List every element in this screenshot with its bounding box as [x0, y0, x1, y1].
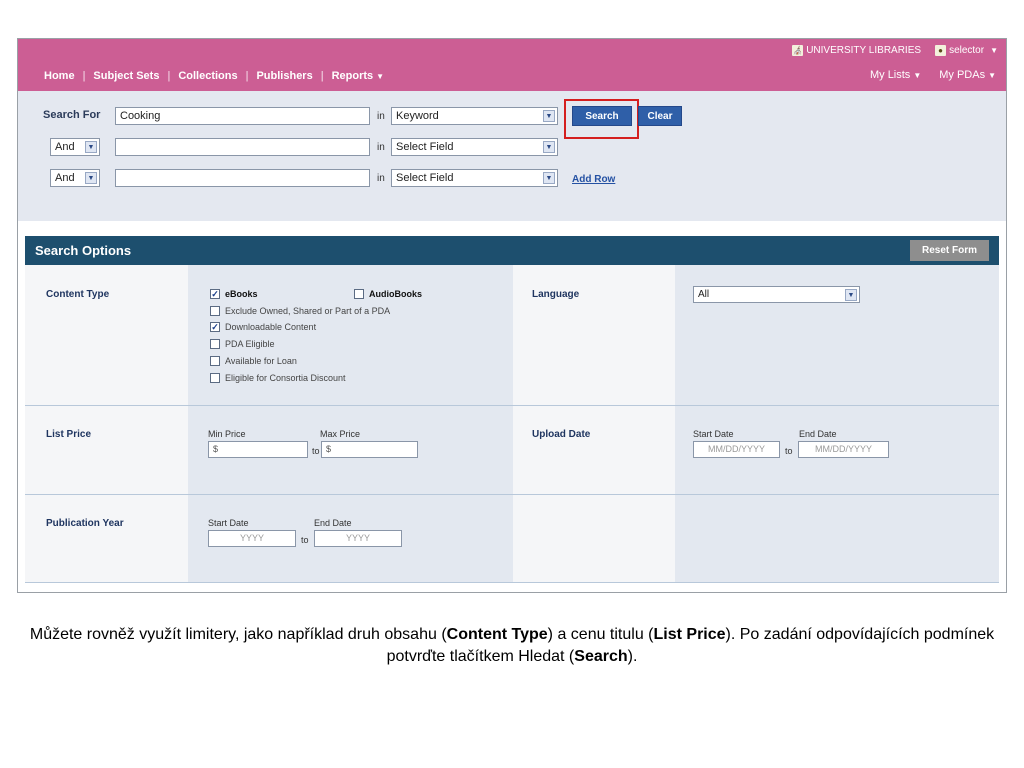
chevron-down-icon: ▼ — [988, 71, 996, 80]
checkbox-icon — [210, 306, 220, 316]
value-column-right — [675, 265, 999, 583]
nav-publishers[interactable]: Publishers — [248, 70, 320, 82]
clear-button[interactable]: Clear — [638, 106, 682, 126]
nav-subject-sets[interactable]: Subject Sets — [85, 70, 167, 82]
upload-date-label: Upload Date — [532, 429, 591, 440]
main-nav: Home | Subject Sets | Collections | Publish… — [18, 65, 1006, 87]
max-price-label: Max Price — [320, 429, 361, 439]
upload-start-date-label: Start Date — [693, 429, 734, 439]
search-for-label: Search For — [43, 109, 101, 121]
in-label: in — [377, 173, 385, 184]
chevron-down-icon: ▼ — [543, 110, 555, 122]
nav-separator: | — [167, 70, 171, 82]
max-price-input[interactable]: $ — [321, 441, 418, 458]
slide-caption: Můžete rovněž využít limitery, jako např… — [29, 626, 995, 665]
search-button[interactable]: Search — [572, 106, 632, 126]
add-row-link[interactable]: Add Row — [572, 174, 615, 185]
search-options-header: Search Options Reset Form — [25, 236, 999, 265]
downloadable-checkbox[interactable]: ✓ Downloadable Content — [210, 322, 316, 332]
nav-home[interactable]: Home — [36, 70, 83, 82]
screenshot-frame: ⛪ UNIVERSITY LIBRARIES ● selector ▼ Home | S… — [17, 38, 1007, 593]
operator-select-3[interactable]: And ▼ — [50, 169, 100, 187]
checkbox-checked-icon: ✓ — [210, 322, 220, 332]
reset-form-button[interactable]: Reset Form — [910, 240, 989, 261]
pub-end-year-input[interactable]: YYYY — [314, 530, 402, 547]
language-label: Language — [532, 289, 580, 300]
list-price-label: List Price — [46, 429, 92, 440]
search-input-2[interactable] — [115, 138, 370, 156]
checkbox-checked-icon: ✓ — [210, 289, 220, 299]
exclude-owned-checkbox[interactable]: Exclude Owned, Shared or Part of a PDA — [210, 306, 390, 316]
content-type-label: Content Type — [46, 289, 110, 300]
language-select[interactable]: All ▼ — [693, 286, 860, 303]
pda-eligible-checkbox[interactable]: PDA Eligible — [210, 339, 275, 349]
audiobooks-checkbox[interactable]: AudioBooks — [354, 289, 422, 299]
nav-separator: | — [320, 70, 324, 82]
library-link[interactable]: ⛪ UNIVERSITY LIBRARIES — [792, 44, 921, 56]
row-divider — [25, 494, 999, 495]
to-label: to — [301, 535, 309, 545]
chevron-down-icon: ▼ — [990, 45, 998, 55]
chevron-down-icon: ▼ — [376, 72, 385, 81]
label-column-left — [25, 265, 188, 583]
field-select-3[interactable]: Select Field ▼ — [391, 169, 558, 187]
label-column-right — [513, 265, 675, 583]
nav-collections[interactable]: Collections — [170, 70, 245, 82]
in-label: in — [377, 111, 385, 122]
nav-my-lists[interactable]: My Lists ▼ — [870, 69, 921, 81]
chevron-down-icon: ▼ — [85, 141, 97, 153]
checkbox-icon — [210, 356, 220, 366]
user-icon: ● — [935, 44, 947, 56]
search-panel: Search For Cooking in Keyword ▼ Search Cl… — [18, 91, 1006, 221]
chevron-down-icon: ▼ — [85, 172, 97, 184]
search-options-grid: Content Type ✓ eBooks AudioBooks Exclude … — [25, 265, 999, 585]
min-price-input[interactable]: $ — [208, 441, 308, 458]
upload-end-date-input[interactable]: MM/DD/YYYY — [798, 441, 889, 458]
nav-reports[interactable]: Reports ▼ — [324, 70, 392, 82]
upload-end-date-label: End Date — [799, 429, 837, 439]
pub-end-date-label: End Date — [314, 518, 352, 528]
search-input-3[interactable] — [115, 169, 370, 187]
pub-start-date-label: Start Date — [208, 518, 249, 528]
chevron-down-icon: ▼ — [845, 289, 857, 301]
operator-select-2[interactable]: And ▼ — [50, 138, 100, 156]
top-bar: ⛪ UNIVERSITY LIBRARIES ● selector ▼ Home | S… — [18, 39, 1006, 91]
chevron-down-icon: ▼ — [913, 71, 922, 80]
checkbox-icon — [210, 373, 220, 383]
consortia-discount-checkbox[interactable]: Eligible for Consortia Discount — [210, 373, 346, 383]
chevron-down-icon: ▼ — [543, 172, 555, 184]
field-select-2[interactable]: Select Field ▼ — [391, 138, 558, 156]
row-divider — [25, 405, 999, 406]
search-options-title: Search Options — [35, 243, 132, 258]
checkbox-icon — [210, 339, 220, 349]
field-select-1[interactable]: Keyword ▼ — [391, 107, 558, 125]
search-input-1[interactable]: Cooking — [115, 107, 370, 125]
in-label: in — [377, 142, 385, 153]
nav-separator: | — [82, 70, 86, 82]
row-divider — [25, 582, 999, 583]
nav-my-pdas[interactable]: My PDAs ▼ — [939, 69, 996, 81]
publication-year-label: Publication Year — [46, 518, 124, 529]
to-label: to — [312, 446, 320, 456]
library-icon: ⛪ — [792, 44, 804, 56]
pub-start-year-input[interactable]: YYYY — [208, 530, 296, 547]
checkbox-icon — [354, 289, 364, 299]
ebooks-checkbox[interactable]: ✓ eBooks — [210, 289, 258, 299]
user-menu[interactable]: ● selector ▼ — [935, 44, 998, 56]
nav-separator: | — [245, 70, 249, 82]
nav-right: My Lists ▼ My PDAs ▼ — [870, 69, 996, 81]
available-for-loan-checkbox[interactable]: Available for Loan — [210, 356, 297, 366]
chevron-down-icon: ▼ — [543, 141, 555, 153]
utility-bar: ⛪ UNIVERSITY LIBRARIES ● selector ▼ — [792, 42, 998, 58]
upload-start-date-input[interactable]: MM/DD/YYYY — [693, 441, 780, 458]
to-label: to — [785, 446, 793, 456]
min-price-label: Min Price — [208, 429, 246, 439]
